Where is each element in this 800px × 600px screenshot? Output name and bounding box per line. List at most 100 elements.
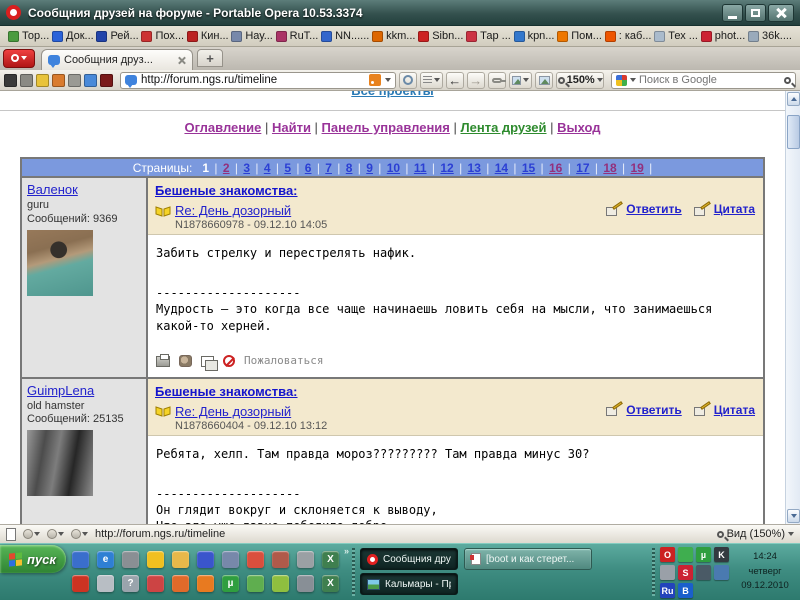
statusbar-icon[interactable] (23, 529, 40, 539)
firefox-icon[interactable] (197, 575, 214, 592)
forward-button[interactable]: → (467, 72, 485, 89)
copy-icon[interactable] (201, 356, 214, 367)
images-toggle-button[interactable] (535, 72, 553, 89)
start-button[interactable]: пуск (0, 545, 66, 573)
bookmark-item[interactable]: Нау... (231, 30, 273, 42)
usb-icon[interactable] (660, 565, 675, 580)
signal-icon[interactable] (696, 565, 711, 580)
bookmark-item[interactable]: Пом... (557, 30, 602, 42)
bookmark-item[interactable]: Кин... (187, 30, 229, 42)
taskbar-button-image[interactable]: Кальмары - Прогр... (360, 573, 458, 595)
paint-icon[interactable] (172, 575, 189, 592)
print-icon[interactable] (156, 356, 170, 367)
list-dropdown-button[interactable] (420, 72, 443, 89)
internet-explorer-icon[interactable]: e (97, 551, 114, 568)
bookmark-item[interactable]: Тар ... (466, 30, 511, 42)
statusbar-icon[interactable] (47, 529, 64, 539)
utorrent-icon[interactable]: µ (222, 575, 239, 592)
nav-link-1[interactable]: Оглавление (184, 120, 261, 135)
document-icon[interactable] (147, 575, 164, 592)
bookmark-item[interactable]: Пох... (141, 30, 184, 42)
excel-2-icon[interactable]: X (322, 575, 339, 592)
pagination-page-9[interactable]: 9 (366, 161, 373, 175)
wand-button[interactable] (488, 72, 506, 89)
pagination-page-3[interactable]: 3 (243, 161, 250, 175)
pagination-page-4[interactable]: 4 (264, 161, 271, 175)
fit-width-button[interactable] (509, 72, 533, 89)
scroll-up-button[interactable] (787, 92, 800, 106)
search-icon[interactable] (784, 77, 791, 84)
opera-tray-icon[interactable]: O (660, 547, 675, 562)
search-engine-dropdown-icon[interactable] (630, 78, 636, 82)
my-computer-icon[interactable] (222, 551, 239, 568)
pagination-page-14[interactable]: 14 (495, 161, 508, 175)
widgets-panel-icon[interactable] (100, 74, 113, 87)
taskbar-button-notepad[interactable]: [boot и как стерет... (464, 548, 592, 570)
add-friend-icon[interactable] (179, 355, 192, 367)
reply-link[interactable]: Ответить (606, 202, 681, 216)
nav-link-4[interactable]: Лента друзей (461, 120, 547, 135)
alert-panel-icon[interactable] (20, 74, 33, 87)
pagination-page-2[interactable]: 2 (223, 161, 230, 175)
quote-link[interactable]: „ Цитата (694, 202, 755, 216)
bookmark-item[interactable]: Рей... (96, 30, 138, 42)
cd-icon[interactable] (97, 575, 114, 592)
nav-link-2[interactable]: Найти (272, 120, 311, 135)
search-input[interactable] (639, 74, 781, 86)
topic-link[interactable]: Re: День дозорный (175, 203, 291, 218)
pagination-page-10[interactable]: 10 (387, 161, 400, 175)
pagination-page-6[interactable]: 6 (305, 161, 312, 175)
user-link[interactable]: Валенок (27, 182, 78, 197)
app-blue-icon[interactable] (72, 551, 89, 568)
opera-menu-button[interactable] (3, 49, 35, 68)
forum-section-link[interactable]: Бешеные знакомства: (155, 183, 298, 198)
chrome-icon[interactable] (247, 551, 264, 568)
pagination-page-18[interactable]: 18 (603, 161, 616, 175)
device-icon[interactable] (297, 551, 314, 568)
zoom-control[interactable]: 150% (556, 72, 604, 89)
bookmark-item[interactable]: kkm... (372, 30, 415, 42)
pagination-page-7[interactable]: 7 (325, 161, 332, 175)
drive-icon[interactable] (297, 575, 314, 592)
folder-green-icon[interactable] (247, 575, 264, 592)
forum-section-link[interactable]: Бешеные знакомства: (155, 384, 298, 399)
image-viewer-icon[interactable] (714, 565, 729, 580)
language-indicator-icon[interactable]: Ru (660, 583, 675, 598)
rss-icon[interactable] (369, 74, 381, 86)
robot-icon[interactable] (122, 551, 139, 568)
office-red-icon[interactable] (72, 575, 89, 592)
bookmark-item[interactable]: phot... (701, 30, 746, 42)
skype-s-icon[interactable]: S (678, 565, 693, 580)
bluetooth-icon[interactable]: B (678, 583, 693, 598)
pagination-page-11[interactable]: 11 (414, 161, 427, 175)
window-titlebar[interactable]: Сообщния друзей на форуме - Portable Ope… (0, 0, 800, 26)
bookmark-item[interactable]: : каб... (605, 30, 652, 42)
bookmark-item[interactable]: Sibn... (418, 30, 463, 42)
pagination-page-17[interactable]: 17 (576, 161, 589, 175)
pagination-page-5[interactable]: 5 (284, 161, 291, 175)
cd-burn-icon[interactable] (272, 551, 289, 568)
images-panel-icon[interactable] (52, 74, 65, 87)
taskbar-handle[interactable] (352, 548, 355, 596)
report-icon[interactable] (223, 355, 235, 367)
address-dropdown-icon[interactable] (385, 78, 391, 82)
pagination-page-12[interactable]: 12 (440, 161, 453, 175)
recycle-icon[interactable] (678, 547, 693, 562)
nav-link-3[interactable]: Панель управления (322, 120, 450, 135)
pagination-page-19[interactable]: 19 (630, 161, 643, 175)
notes-panel-icon[interactable] (36, 74, 49, 87)
taskbar-clock[interactable]: 14:24 четверг 09.12.2010 (733, 550, 797, 594)
pagination-page-16[interactable]: 16 (549, 161, 562, 175)
taskbar-handle[interactable] (652, 548, 655, 596)
chat-panel-icon[interactable] (84, 74, 97, 87)
kaspersky-icon[interactable]: K (714, 547, 729, 562)
new-tab-button[interactable]: + (197, 49, 223, 67)
restore-button[interactable] (745, 4, 766, 22)
pagination-page-13[interactable]: 13 (468, 161, 481, 175)
bookmark-item[interactable]: Тех ... (654, 30, 698, 42)
floppy-icon[interactable] (197, 551, 214, 568)
bookmark-item[interactable]: Тор... (8, 30, 49, 42)
butterfly-icon[interactable] (272, 575, 289, 592)
bookmark-item[interactable]: RuT... (276, 30, 319, 42)
close-button[interactable] (768, 4, 794, 22)
